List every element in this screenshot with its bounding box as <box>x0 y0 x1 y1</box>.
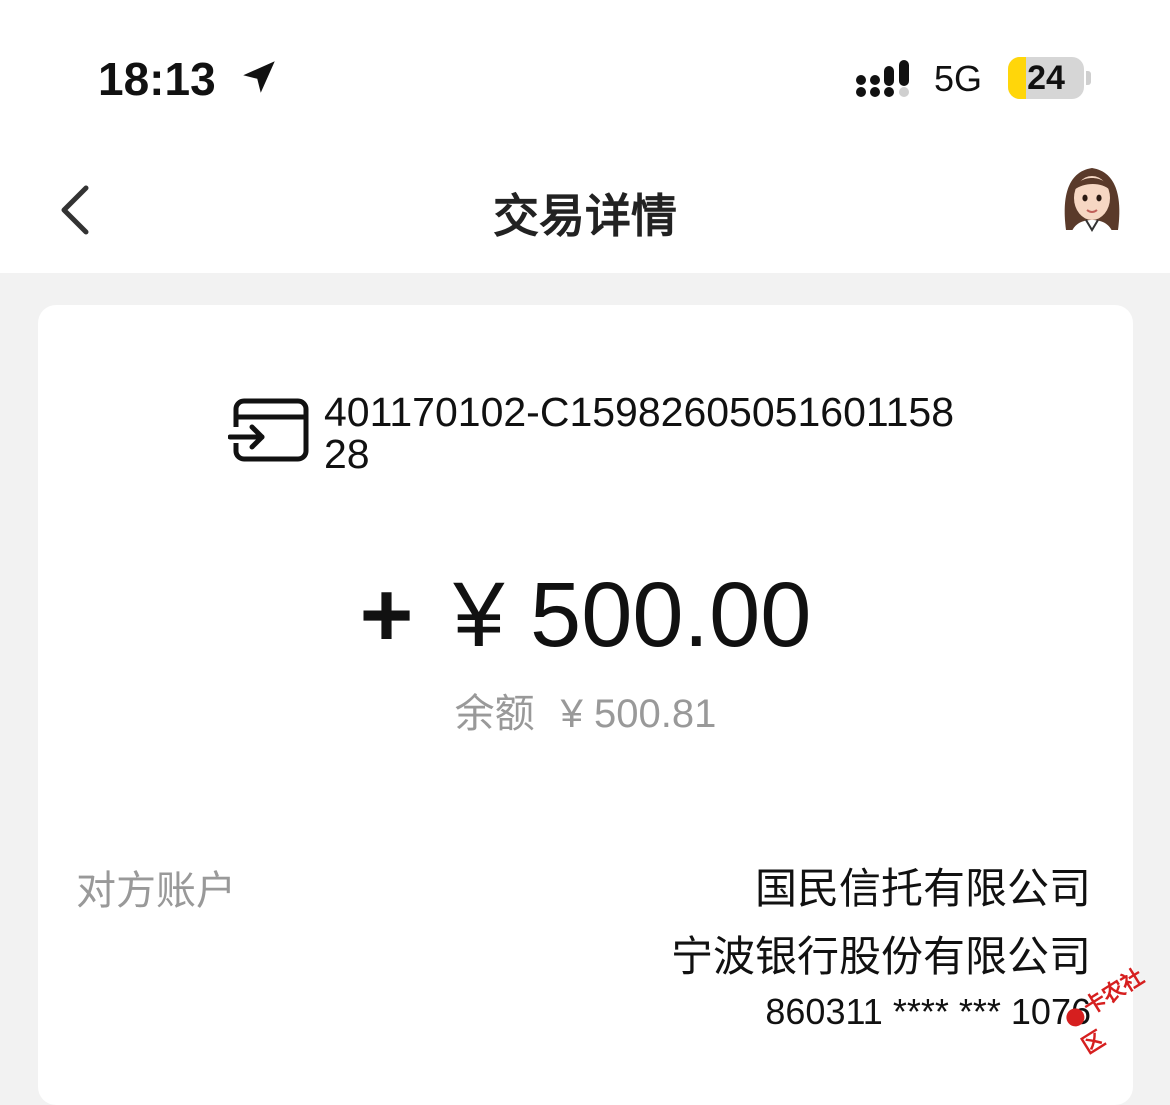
cellular-signal-icon <box>856 60 909 97</box>
card-transfer-icon <box>228 398 309 462</box>
amount-sign: + <box>359 564 414 666</box>
counterparty-name: 国民信托有限公司 <box>754 865 1091 912</box>
status-time: 18:13 <box>98 53 216 105</box>
page-title: 交易详情 <box>493 190 677 242</box>
counterparty-account: 860311 **** *** 1076 <box>765 991 1091 1032</box>
counterparty-bank: 宁波银行股份有限公司 <box>670 933 1091 980</box>
battery-cap <box>1086 71 1091 85</box>
battery-level: 24 <box>1027 59 1065 97</box>
assistant-avatar-icon[interactable] <box>1056 160 1128 238</box>
transaction-amount: + ¥ 500.00 <box>38 563 1133 668</box>
transaction-card: 401170102-C1598260505160115828 + ¥ 500.00… <box>38 305 1133 1105</box>
transaction-id: 401170102-C1598260505160115828 <box>324 389 955 477</box>
balance-value: ¥ 500.81 <box>560 692 717 736</box>
amount-value: ¥ 500.00 <box>453 564 812 666</box>
battery-icon: 24 <box>1008 57 1084 99</box>
balance-row: 余额 ¥ 500.81 <box>38 681 1133 739</box>
network-type: 5G <box>934 58 983 99</box>
balance-label: 余额 <box>454 692 535 736</box>
status-bar: 18:13 5G 24 <box>0 0 1170 150</box>
nav-bar: 交易详情 <box>0 150 1170 273</box>
counterparty-label: 对方账户 <box>76 869 236 913</box>
location-arrow-icon <box>243 61 275 93</box>
